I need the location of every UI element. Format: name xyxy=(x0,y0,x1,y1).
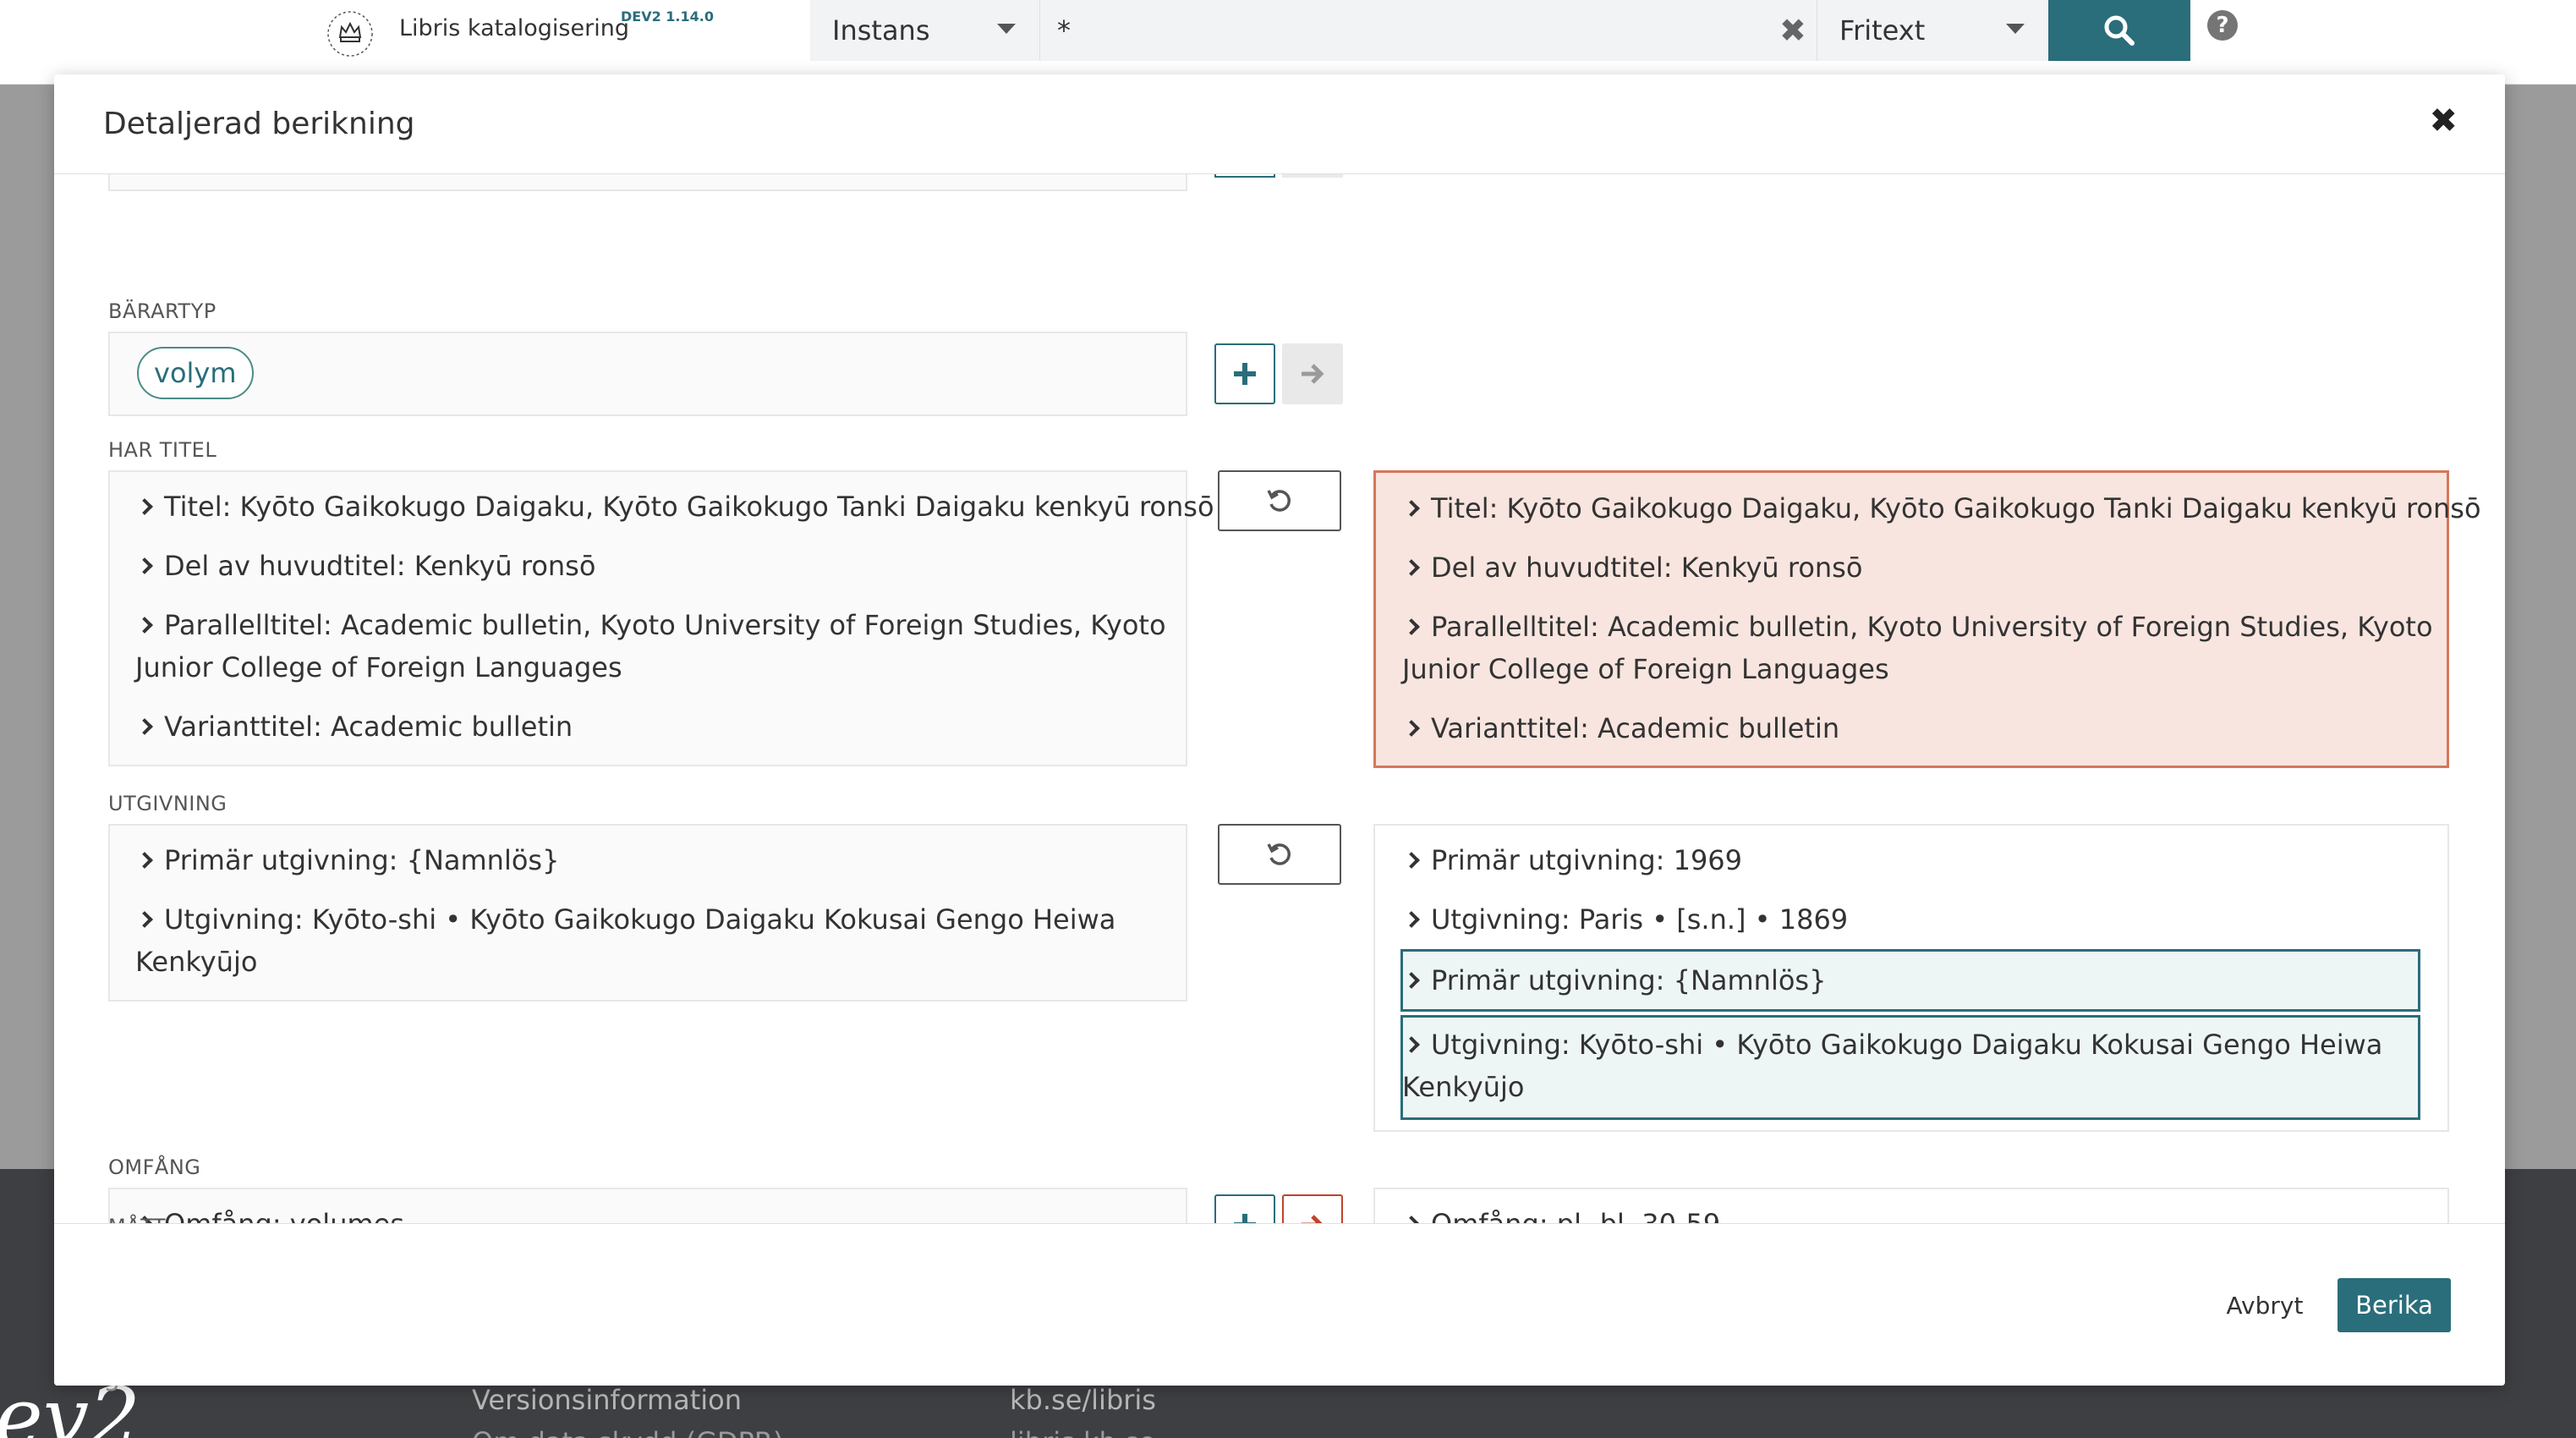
record-type-select-value: Instans xyxy=(832,14,930,47)
undo-publication-button[interactable] xyxy=(1218,824,1341,885)
chevron-right-icon xyxy=(136,557,153,574)
section-label-has-title: HAR TITEL xyxy=(108,438,217,462)
publication-right-item[interactable]: Utgivning: Paris • [s.n.] • 1869 xyxy=(1402,898,1848,941)
clear-search-icon[interactable]: ✖ xyxy=(1779,12,1806,49)
search-input-value: * xyxy=(1057,14,1071,47)
app-title[interactable]: Libris katalogisering xyxy=(399,15,629,41)
publication-right-item-added[interactable]: Utgivning: Kyōto-shi • Kyōto Gaikokugo D… xyxy=(1402,1024,2382,1066)
chevron-right-icon xyxy=(1403,852,1420,869)
search-input[interactable]: * xyxy=(1040,0,1817,61)
section-label-extent: OMFÅNG xyxy=(108,1155,201,1179)
version-badge: DEV2 1.14.0 xyxy=(621,8,714,25)
replace-extent-button[interactable] xyxy=(1282,1194,1343,1223)
undo-icon xyxy=(1267,843,1291,865)
title-right-item-continued: Junior College of Foreign Languages xyxy=(1402,653,1889,685)
undo-icon xyxy=(1267,490,1291,512)
previous-add-button[interactable] xyxy=(1214,174,1275,178)
section-label-carrier-type: BÄRARTYP xyxy=(108,299,216,323)
footer-link-version-info[interactable]: Versionsinformation xyxy=(472,1384,742,1416)
help-icon[interactable]: ? xyxy=(2207,10,2238,41)
caret-down-icon xyxy=(2006,24,2025,34)
caret-down-icon xyxy=(997,24,1016,34)
undo-title-button[interactable] xyxy=(1218,470,1341,531)
chevron-right-icon xyxy=(1403,911,1420,928)
chevron-right-icon xyxy=(1403,972,1420,989)
move-carrier-type-button[interactable] xyxy=(1282,343,1343,404)
chevron-right-icon xyxy=(1403,500,1420,517)
title-right-item[interactable]: Parallelltitel: Academic bulletin, Kyoto… xyxy=(1402,606,2433,648)
chevron-right-icon xyxy=(136,617,153,634)
carrier-type-pill[interactable]: volym xyxy=(137,347,254,399)
chevron-right-icon xyxy=(1403,1036,1420,1053)
arrow-right-icon xyxy=(1302,1215,1323,1223)
publication-left-item[interactable]: Utgivning: Kyōto-shi • Kyōto Gaikokugo D… xyxy=(135,898,1115,941)
chevron-right-icon xyxy=(1403,618,1420,635)
previous-section-box xyxy=(108,174,1187,191)
section-label-dimensions: MÅTT xyxy=(108,1215,166,1223)
section-label-publication: UTGIVNING xyxy=(108,792,227,815)
carrier-type-box xyxy=(108,332,1187,416)
chevron-right-icon xyxy=(136,911,153,928)
title-left-item[interactable]: Varianttitel: Academic bulletin xyxy=(135,705,573,748)
search-button[interactable] xyxy=(2048,0,2190,61)
modal-body[interactable]: BÄRARTYP volym HAR TITEL Titel: Kyōto Ga… xyxy=(54,174,2505,1223)
add-extent-button[interactable] xyxy=(1214,1194,1275,1223)
detailed-enrichment-modal: Detaljerad berikning ✖ BÄRARTYP volym HA… xyxy=(54,74,2505,1386)
chevron-right-icon xyxy=(1403,1216,1420,1223)
publication-right-item[interactable]: Primär utgivning: 1969 xyxy=(1402,839,1742,881)
search-mode-select[interactable]: Fritext xyxy=(1817,0,2048,61)
title-left-item[interactable]: Titel: Kyōto Gaikokugo Daigaku, Kyōto Ga… xyxy=(135,486,1214,528)
add-carrier-type-button[interactable] xyxy=(1214,343,1275,404)
modal-header: Detaljerad berikning ✖ xyxy=(54,74,2505,174)
chevron-right-icon xyxy=(1403,720,1420,737)
title-right-item[interactable]: Varianttitel: Academic bulletin xyxy=(1402,707,1839,749)
search-icon xyxy=(2104,15,2135,46)
close-icon[interactable]: ✖ xyxy=(2429,102,2458,140)
publication-right-item-added[interactable]: Primär utgivning: {Namnlös} xyxy=(1402,959,1826,1002)
title-left-item-continued: Junior College of Foreign Languages xyxy=(135,651,622,683)
enrich-button[interactable]: Berika xyxy=(2338,1278,2451,1332)
search-mode-select-value: Fritext xyxy=(1839,14,1926,47)
title-left-item[interactable]: Del av huvudtitel: Kenkyū ronsō xyxy=(135,545,595,587)
cancel-button[interactable]: Avbryt xyxy=(2211,1278,2319,1332)
chevron-right-icon xyxy=(136,718,153,735)
title-right-item[interactable]: Del av huvudtitel: Kenkyū ronsō xyxy=(1402,546,1862,589)
arrow-right-icon xyxy=(1302,364,1324,384)
record-type-select[interactable]: Instans xyxy=(810,0,1040,61)
footer-link-libris[interactable]: libris.kb.se xyxy=(1010,1426,1155,1438)
chevron-right-icon xyxy=(1403,559,1420,576)
modal-title: Detaljerad berikning xyxy=(103,107,415,141)
publication-left-item[interactable]: Primär utgivning: {Namnlös} xyxy=(135,839,559,881)
chevron-right-icon xyxy=(136,498,153,515)
extent-right-item[interactable]: Omfång: pl.-bl. 30-59 xyxy=(1402,1203,1720,1223)
footer-link-kb[interactable]: kb.se/libris xyxy=(1010,1384,1156,1416)
top-navbar: Libris katalogisering DEV2 1.14.0 Instan… xyxy=(0,0,2576,85)
title-right-item[interactable]: Titel: Kyōto Gaikokugo Daigaku, Kyōto Ga… xyxy=(1402,487,2481,530)
title-left-item[interactable]: Parallelltitel: Academic bulletin, Kyoto… xyxy=(135,604,1166,646)
plus-icon xyxy=(1234,1214,1256,1223)
modal-footer: Avbryt Berika xyxy=(54,1223,2505,1386)
plus-icon xyxy=(1234,363,1256,385)
kb-seal-logo-icon[interactable] xyxy=(318,3,382,63)
footer-link-gdpr[interactable]: Om data skydd (GDPR) xyxy=(472,1426,784,1438)
publication-left-item-continued: Kenkyūjo xyxy=(135,946,258,978)
previous-move-button[interactable] xyxy=(1282,174,1343,178)
publication-right-item-continued: Kenkyūjo xyxy=(1402,1071,1525,1103)
extent-left-item[interactable]: Omfång: volumes xyxy=(135,1203,404,1223)
chevron-right-icon xyxy=(136,852,153,869)
